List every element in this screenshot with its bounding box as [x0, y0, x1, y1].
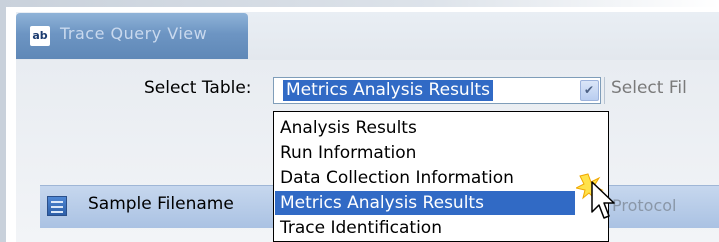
window-title: Trace Query View: [60, 24, 208, 43]
mouse-pointer-icon: [576, 173, 615, 219]
toolbar-separator: [604, 77, 605, 104]
app-icon: ab: [30, 26, 50, 46]
select-table-value[interactable]: Metrics Analysis Results: [282, 79, 494, 102]
dropdown-option-metrics-analysis-results[interactable]: Metrics Analysis Results: [275, 191, 575, 215]
dropdown-option-analysis-results[interactable]: Analysis Results: [280, 116, 417, 140]
chevron-down-icon: ✔: [584, 83, 595, 97]
dropdown-arrow-button[interactable]: ✔: [580, 80, 599, 101]
column-header-sample-filename[interactable]: Sample Filename: [88, 194, 234, 214]
dropdown-option-trace-identification[interactable]: Trace Identification: [280, 216, 442, 240]
select-file-label: Select Fil: [611, 78, 687, 98]
dropdown-option-run-information[interactable]: Run Information: [280, 141, 416, 165]
dropdown-option-data-collection-information[interactable]: Data Collection Information: [280, 166, 514, 190]
select-table-label: Select Table:: [144, 78, 252, 98]
table-icon[interactable]: [47, 196, 67, 216]
dropdown-list: Analysis Results Run Information Data Co…: [273, 111, 609, 242]
